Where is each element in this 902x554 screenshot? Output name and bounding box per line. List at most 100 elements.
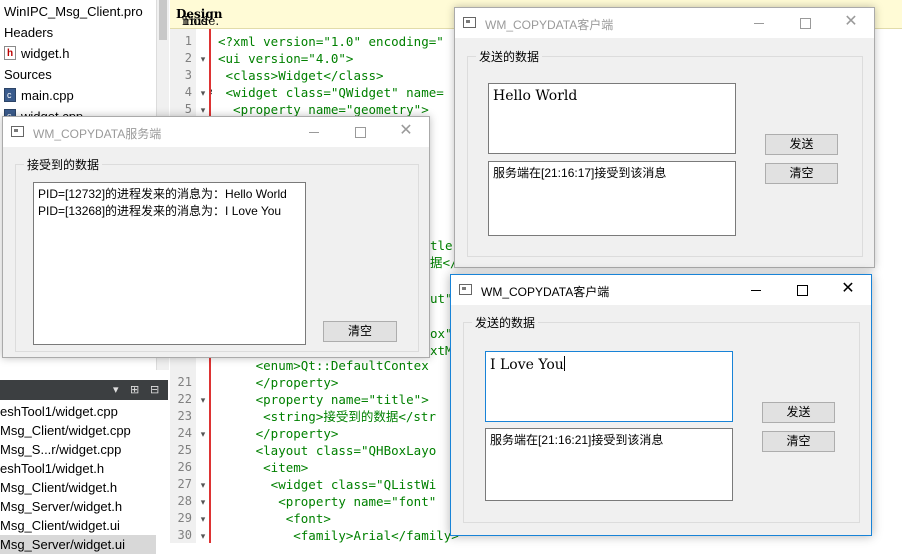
- fold-chevron-icon[interactable]: ▾: [198, 531, 208, 541]
- message-text: Hello World: [493, 88, 578, 104]
- code-line: </property>: [218, 375, 339, 390]
- open-doc-item[interactable]: Msg_Client/widget.ui: [0, 516, 120, 535]
- fold-chevron-icon[interactable]: ▾: [198, 514, 208, 524]
- fold-chevron-icon[interactable]: ▾: [198, 105, 208, 115]
- tree-item-main-cpp[interactable]: main.cpp: [4, 85, 74, 106]
- main-cpp-label: main.cpp: [21, 88, 74, 103]
- server-window: WM_COPYDATA服务端 ✕ 接受到的数据 PID=[12732]的进程发来…: [2, 116, 430, 358]
- app-icon: [463, 17, 476, 28]
- code-line: <item>: [218, 460, 309, 475]
- window-title: WM_COPYDATA客户端: [485, 18, 614, 32]
- chevron-down-icon[interactable]: ▾: [113, 382, 119, 398]
- headers-label: Headers: [4, 25, 54, 40]
- scrollbar-thumb[interactable]: [159, 0, 167, 40]
- text-cursor: [563, 356, 565, 371]
- open-doc-item-selected[interactable]: Msg_Server/widget.ui: [0, 535, 156, 554]
- code-line: <widget class="QListWi: [218, 477, 437, 492]
- code-line: <font>: [218, 511, 331, 526]
- line-number: 26: [177, 460, 192, 474]
- line-number: 1: [184, 34, 192, 48]
- fold-chevron-icon[interactable]: ▾: [198, 497, 208, 507]
- message-input[interactable]: Hello World: [488, 83, 736, 154]
- clear-button[interactable]: 清空: [765, 163, 838, 184]
- title-bar[interactable]: WM_COPYDATA服务端 ✕: [3, 117, 429, 147]
- close-panel-icon[interactable]: ⊟: [150, 382, 159, 398]
- maximize-button[interactable]: [782, 8, 828, 38]
- code-line: <class>Widget</class>: [218, 68, 384, 83]
- open-doc-item[interactable]: Msg_S...r/widget.cpp: [0, 440, 121, 459]
- tree-item-sources[interactable]: Sources: [4, 64, 52, 85]
- group-title: 发送的数据: [472, 314, 539, 331]
- line-number: 24: [177, 426, 192, 440]
- tree-item-headers[interactable]: Headers: [4, 22, 53, 43]
- line-number: 3: [184, 68, 192, 82]
- fold-chevron-icon[interactable]: ▾: [198, 429, 208, 439]
- open-documents-header: ▾ ⊞ ⊟: [0, 380, 168, 400]
- app-icon: [11, 126, 24, 137]
- open-doc-item[interactable]: Msg_Server/widget.h: [0, 497, 122, 516]
- group-title: 发送的数据: [476, 48, 543, 65]
- code-line: <family>Arial</family>: [218, 528, 459, 543]
- close-button[interactable]: ✕: [383, 117, 429, 147]
- line-number: 2: [184, 51, 192, 65]
- code-line: <ui version="4.0">: [218, 51, 354, 66]
- code-line: <enum>Qt::DefaultContex: [218, 358, 429, 373]
- line-number: 21: [177, 375, 192, 389]
- open-doc-item[interactable]: Msg_Client/widget.h: [0, 478, 117, 497]
- group-title: 接受到的数据: [24, 156, 103, 173]
- open-doc-item[interactable]: Msg_Client/widget.cpp: [0, 421, 131, 440]
- send-button[interactable]: 发送: [762, 402, 835, 423]
- code-line: <property name="title">: [218, 392, 429, 407]
- minimize-button[interactable]: [736, 8, 782, 38]
- line-number: 27: [177, 477, 192, 491]
- close-button[interactable]: ✕: [825, 275, 871, 305]
- clear-button[interactable]: 清空: [762, 431, 835, 452]
- window-title: WM_COPYDATA客户端: [481, 285, 610, 299]
- received-messages-list[interactable]: PID=[12732]的进程发来的消息为：Hello World PID=[13…: [33, 182, 306, 345]
- status-output: 服务端在[21:16:21]接受到该消息: [485, 428, 733, 501]
- send-button[interactable]: 发送: [765, 134, 838, 155]
- message-input[interactable]: I Love You: [485, 351, 733, 422]
- line-number: 22: [177, 392, 192, 406]
- fold-chevron-icon[interactable]: ▾: [198, 54, 208, 64]
- line-number: 29: [177, 511, 192, 525]
- line-number: 30: [177, 528, 192, 542]
- fold-chevron-icon[interactable]: ▾: [198, 88, 208, 98]
- title-bar[interactable]: WM_COPYDATA客户端 ✕: [455, 8, 874, 38]
- clear-button[interactable]: 清空: [323, 321, 397, 342]
- line-number: 23: [177, 409, 192, 423]
- minimize-button[interactable]: [733, 275, 779, 305]
- client-window-1: WM_COPYDATA客户端 ✕ 发送的数据 Hello World 服务端在[…: [454, 7, 875, 268]
- open-doc-item[interactable]: eshTool1/widget.cpp: [0, 402, 118, 421]
- notice-suffix: mode.: [182, 14, 220, 28]
- fold-chevron-icon[interactable]: ▾: [198, 480, 208, 490]
- header-file-icon: [4, 43, 16, 64]
- line-number: 28: [177, 494, 192, 508]
- code-line: <string>接受到的数据</str: [218, 409, 436, 424]
- status-text: 服务端在[21:16:21]接受到该消息: [490, 433, 664, 447]
- open-documents-list: eshTool1/widget.cpp Msg_Client/widget.cp…: [0, 400, 156, 554]
- close-button[interactable]: ✕: [828, 8, 874, 38]
- code-line: <property name="font": [218, 494, 437, 509]
- tree-item-pro-file[interactable]: WinIPC_Msg_Client.pro: [4, 1, 143, 22]
- open-doc-item[interactable]: eshTool1/widget.h: [0, 459, 104, 478]
- title-bar[interactable]: WM_COPYDATA客户端 ✕: [451, 275, 871, 305]
- code-line: <layout class="QHBoxLayo: [218, 443, 437, 458]
- pro-file-label: WinIPC_Msg_Client.pro: [4, 4, 143, 19]
- window-title: WM_COPYDATA服务端: [33, 127, 162, 141]
- client-window-2: WM_COPYDATA客户端 ✕ 发送的数据 I Love You 服务端在[2…: [450, 274, 872, 536]
- status-output: 服务端在[21:16:17]接受到该消息: [488, 161, 736, 236]
- message-text: I Love You: [490, 357, 564, 373]
- code-line: <widget class="QWidget" name=: [218, 85, 444, 100]
- maximize-button[interactable]: [337, 117, 383, 147]
- list-item[interactable]: PID=[13268]的进程发来的消息为：I Love You: [38, 203, 301, 220]
- tree-item-widget-h[interactable]: widget.h: [4, 43, 69, 64]
- cpp-file-icon: [4, 85, 16, 106]
- line-number: 4: [184, 85, 192, 99]
- list-item[interactable]: PID=[12732]的进程发来的消息为：Hello World: [38, 186, 301, 203]
- minimize-button[interactable]: [291, 117, 337, 147]
- maximize-button[interactable]: [779, 275, 825, 305]
- fold-chevron-icon[interactable]: ▾: [198, 395, 208, 405]
- split-icon[interactable]: ⊞: [130, 382, 139, 398]
- line-number: 25: [177, 443, 192, 457]
